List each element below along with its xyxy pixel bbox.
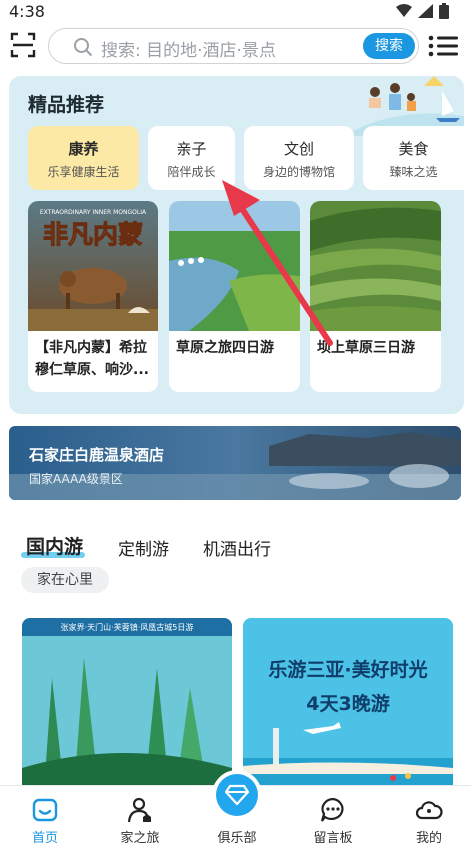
signal-icon	[418, 4, 433, 18]
category-tab-food[interactable]: 美食 臻味之选	[363, 126, 464, 190]
tour-card-subheadline: 4天3晚游	[306, 692, 389, 715]
nav-label: 留言板	[313, 831, 353, 843]
club-button[interactable]	[212, 770, 262, 820]
category-title: 康养	[68, 140, 99, 158]
tour-card-image-sanya: 乐游三亚·美好时光 4天3晚游	[243, 618, 453, 785]
nav-label: 首页	[31, 831, 58, 843]
nav-label: 我的	[415, 831, 442, 843]
main-content[interactable]: 精品推荐 康养 乐享健康生活 亲子 陪伴成长 文创 身边的博物馆 美食 臻味之选…	[0, 70, 471, 785]
menu-icon[interactable]	[428, 35, 458, 57]
search-placeholder: 搜索: 目的地·酒店·景点	[101, 41, 276, 61]
tag-chip[interactable]: 家在心里	[21, 567, 109, 593]
product-card[interactable]: EXTRAORDINARY INNER MONGOLIA 非凡内蒙 【非凡内蒙】…	[28, 201, 158, 392]
category-title: 美食	[398, 140, 429, 158]
category-subtitle: 乐享健康生活	[47, 165, 120, 179]
message-icon	[320, 797, 344, 822]
nav-label: 家之旅	[120, 831, 160, 843]
hotel-subtitle: 国家AAAA级景区	[29, 472, 123, 486]
search-input[interactable]: 搜索: 目的地·酒店·景点 搜索	[48, 28, 419, 64]
tab-domestic-tour[interactable]: 国内游	[26, 532, 83, 559]
hotel-name: 石家庄白鹿温泉酒店	[29, 446, 165, 464]
nav-label: 俱乐部	[217, 831, 257, 843]
tab-flight-hotel[interactable]: 机酒出行	[203, 535, 271, 560]
nav-item-profile[interactable]: 我的	[389, 786, 469, 843]
home-icon	[32, 798, 58, 822]
scan-icon[interactable]	[10, 32, 36, 58]
family-trip-icon	[127, 797, 151, 823]
status-icons	[396, 3, 449, 19]
search-icon	[74, 38, 93, 57]
hotel-banner[interactable]: 石家庄白鹿温泉酒店 国家AAAA级景区	[9, 426, 461, 500]
tour-card-banner: 张家界·天门山·芙蓉镇·凤凰古城5日游	[61, 622, 194, 632]
tab-custom-tour[interactable]: 定制游	[118, 535, 169, 560]
tour-section: 国内游 定制游 机酒出行 家在心里 张家界·天门山·芙蓉镇·凤凰古城5日游 乐游…	[9, 516, 464, 785]
nav-item-family-trip[interactable]: 家之旅	[100, 786, 180, 843]
product-image-title: 非凡内蒙	[43, 220, 143, 249]
wifi-icon	[396, 4, 412, 17]
battery-icon	[439, 3, 449, 19]
category-subtitle: 臻味之选	[389, 165, 438, 179]
nav-item-home[interactable]: 首页	[5, 786, 85, 843]
annotation-arrow	[222, 180, 333, 346]
top-header: 搜索: 目的地·酒店·景点 搜索	[0, 24, 471, 70]
category-title: 亲子	[176, 140, 207, 158]
product-title: 【非凡内蒙】希拉穆仁草原、响沙...	[35, 340, 149, 378]
product-image-inner-mongolia: EXTRAORDINARY INNER MONGOLIA 非凡内蒙	[28, 201, 158, 331]
status-time: 4:38	[9, 2, 45, 21]
tour-card-headline: 乐游三亚·美好时光	[268, 658, 427, 681]
category-title: 文创	[283, 140, 314, 158]
tour-card[interactable]: 张家界·天门山·芙蓉镇·凤凰古城5日游	[22, 618, 232, 785]
tour-card-image-zhangjiajie: 张家界·天门山·芙蓉镇·凤凰古城5日游	[22, 618, 232, 785]
featured-title: 精品推荐	[28, 94, 105, 116]
search-button[interactable]: 搜索	[363, 33, 415, 59]
category-tab-wellness[interactable]: 康养 乐享健康生活	[28, 126, 139, 190]
club-circle	[216, 774, 258, 816]
profile-cloud-icon	[415, 801, 443, 820]
status-bar: 4:38	[0, 0, 471, 24]
diamond-icon	[225, 784, 249, 806]
product-image-caption: EXTRAORDINARY INNER MONGOLIA	[40, 209, 147, 216]
nav-item-message-board[interactable]: 留言板	[293, 786, 373, 843]
tour-card[interactable]: 乐游三亚·美好时光 4天3晚游	[243, 618, 453, 785]
